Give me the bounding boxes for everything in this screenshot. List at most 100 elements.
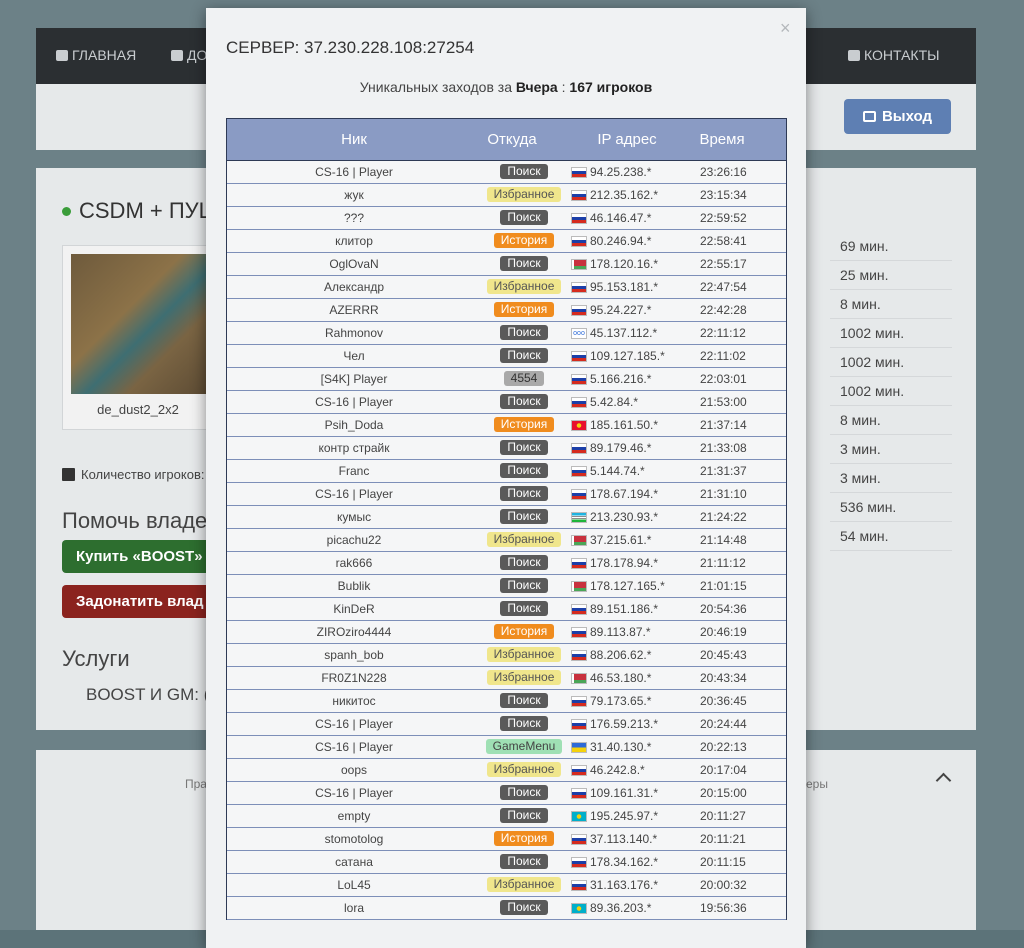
source-badge: История [493,417,555,432]
source-badge: Поиск [500,509,548,524]
source-badge: Поиск [500,325,548,340]
player-nick: oops [340,763,368,777]
visit-time: 21:11:12 [700,556,746,570]
nav-home[interactable]: ГЛАВНАЯ [56,47,136,63]
country-flag-icon [571,304,587,316]
visit-time: 20:43:34 [700,671,747,685]
ip-address: 46.146.47.* [590,211,652,225]
ip-address: 212.35.162.* [590,188,659,202]
session-time-item: 1002 мин. [830,348,952,377]
visit-time: 20:24:44 [700,717,747,731]
visit-time: 22:11:12 [700,326,746,340]
ip-address: 89.36.203.* [590,901,652,915]
country-flag-icon [571,672,587,684]
source-cell: Поиск [481,900,567,915]
player-nick: контр страйк [318,441,390,455]
session-time-item: 3 мин. [830,464,952,493]
ip-cell: 178.120.16.* [571,257,691,271]
column-header-time: Время [699,131,745,148]
player-nick: никитос [332,694,376,708]
source-cell: Поиск [481,394,567,409]
ip-cell: 212.35.162.* [571,188,691,202]
nav-add[interactable]: ДО [171,47,207,63]
ip-address: 88.206.62.* [590,648,652,662]
visit-time: 21:53:00 [700,395,747,409]
table-row: контр страйк Поиск 89.179.46.* 21:33:08 [227,437,786,460]
visit-time: 21:33:08 [700,441,747,455]
source-cell: Поиск [481,256,567,271]
player-nick: Psih_Doda [324,418,384,432]
source-cell: Избранное [481,762,567,777]
table-row: Чел Поиск 109.127.185.* 22:11:02 [227,345,786,368]
visit-time: 20:15:00 [700,786,747,800]
visit-time: 21:24:22 [700,510,747,524]
ip-cell: 31.163.176.* [571,878,691,892]
close-icon[interactable]: × [780,18,791,39]
table-row: Bublik Поиск 178.127.165.* 21:01:15 [227,575,786,598]
source-cell: Поиск [481,693,567,708]
ip-cell: ooo 45.137.112.* [571,326,691,340]
country-flag-icon [571,235,587,247]
source-cell: Поиск [481,348,567,363]
player-nick: клитор [335,234,373,248]
country-flag-icon [571,396,587,408]
player-nick: AZERRR [329,303,379,317]
visit-time: 20:45:43 [700,648,747,662]
player-nick: lora [343,901,364,915]
map-name: de_dust2_2x2 [97,402,179,417]
nav-add-label: ДО [187,47,208,63]
source-badge: Поиск [500,256,548,271]
visit-time: 20:22:13 [700,740,747,754]
source-cell: Поиск [481,578,567,593]
table-row: CS-16 | Player Поиск 94.25.238.* 23:26:16 [227,161,786,184]
ip-cell: 94.25.238.* [571,165,691,179]
table-header: Ник Откуда IP адрес Время [227,119,786,161]
source-cell: Поиск [481,509,567,524]
player-nick: LoL45 [337,878,371,892]
nav-home-label: ГЛАВНАЯ [72,47,137,63]
logout-button[interactable]: Выход [844,99,951,134]
country-flag-icon [571,833,587,845]
player-nick: Александр [323,280,385,294]
ip-cell: 95.24.227.* [571,303,691,317]
buy-boost-button[interactable]: Купить «BOOST» [62,540,222,573]
column-header-nick: Ник [341,131,367,148]
source-badge: История [493,831,555,846]
ip-cell: 89.179.46.* [571,441,691,455]
ip-cell: 95.153.181.* [571,280,691,294]
ip-address: 31.40.130.* [590,740,652,754]
table-row: lora Поиск 89.36.203.* 19:56:36 [227,897,786,920]
source-badge: Поиск [500,578,548,593]
country-flag-icon [571,442,587,454]
source-badge: Избранное [486,187,562,202]
player-nick: FR0Z1N228 [321,671,387,685]
source-cell: Поиск [481,785,567,800]
source-badge: Избранное [486,647,562,662]
table-row: клитор История 80.246.94.* 22:58:41 [227,230,786,253]
ip-address: 176.59.213.* [590,717,659,731]
ip-address: 89.179.46.* [590,441,652,455]
table-row: KinDeR Поиск 89.151.186.* 20:54:36 [227,598,786,621]
ip-cell: 176.59.213.* [571,717,691,731]
source-badge: Поиск [500,463,548,478]
source-cell: Поиск [481,601,567,616]
country-flag-icon [571,534,587,546]
country-flag-icon [571,488,587,500]
ip-cell: 185.161.50.* [571,418,691,432]
source-cell: Избранное [481,532,567,547]
players-count-line: Количество игроков: [62,467,204,482]
player-nick: spanh_bob [324,648,384,662]
table-row: CS-16 | Player Поиск 178.67.194.* 21:31:10 [227,483,786,506]
player-nick: Rahmonov [324,326,384,340]
table-row: ??? Поиск 46.146.47.* 22:59:52 [227,207,786,230]
source-badge: Избранное [486,532,562,547]
source-badge: Поиск [500,210,548,225]
ip-address: 178.67.194.* [590,487,659,501]
country-flag-icon [571,603,587,615]
donate-button[interactable]: Задонатить влад [62,585,222,618]
plus-square-icon [171,49,183,61]
ip-address: 5.144.74.* [590,464,645,478]
ip-address: 109.127.185.* [590,349,665,363]
nav-contacts[interactable]: КОНТАКТЫ [848,47,940,63]
source-badge: История [493,233,555,248]
